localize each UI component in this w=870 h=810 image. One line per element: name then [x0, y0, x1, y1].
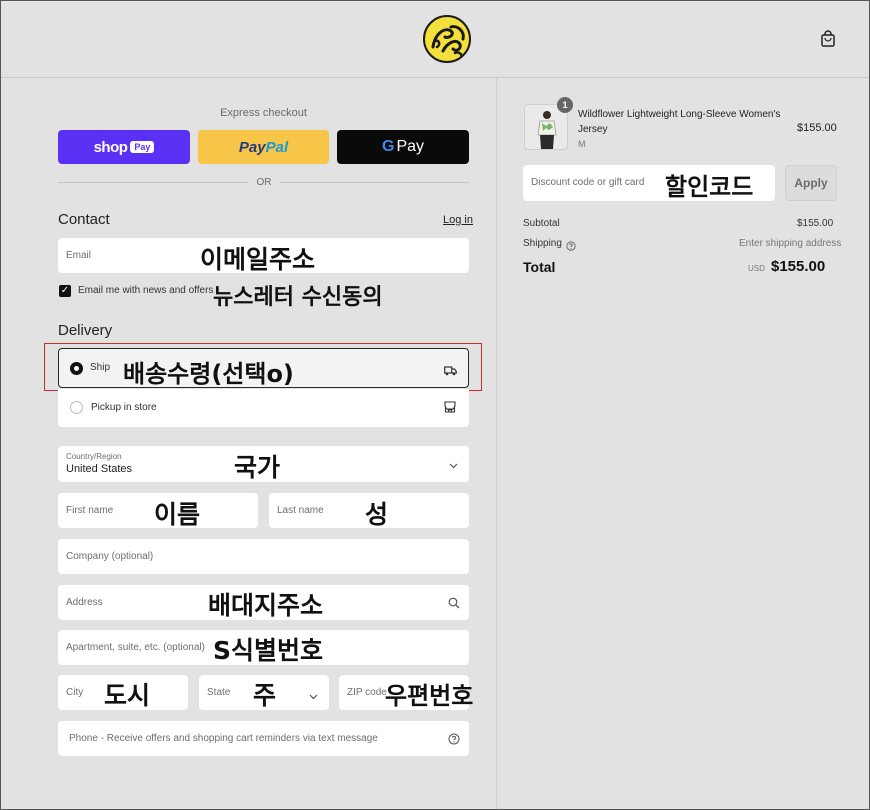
address-placeholder: Address [66, 597, 103, 608]
or-divider-text: OR [256, 177, 272, 188]
item-name-line1: Wildflower Lightweight Long-Sleeve Women… [578, 109, 781, 120]
subtotal-value: $155.00 [797, 218, 834, 229]
address-annotation: 배대지주소 [208, 591, 324, 620]
city-annotation: 도시 [104, 681, 151, 710]
apply-button[interactable]: Apply [785, 165, 837, 201]
annotation-highlight [44, 343, 482, 391]
paypal-wordmark: PayPal [238, 138, 289, 156]
total-value: $155.00 [771, 258, 826, 275]
shipping-label: Shipping [523, 238, 562, 249]
pickup-option[interactable]: Pickup in store [58, 389, 469, 427]
state-placeholder: State [207, 687, 231, 698]
company-field[interactable]: Company (optional) [58, 539, 469, 574]
help-icon[interactable] [448, 732, 460, 750]
country-annotation: 국가 [234, 453, 281, 482]
google-g-icon: G [381, 138, 395, 155]
country-label: Country/Region [66, 452, 122, 461]
city-field[interactable]: City 도시 [58, 675, 188, 710]
zip-annotation: 우편번호 [385, 682, 474, 710]
shipping-info-icon[interactable] [566, 238, 576, 256]
total-label: Total [523, 259, 556, 275]
newsletter-annotation: 뉴스레터 수신동의 [213, 285, 383, 310]
item-name-line2: Jersey [578, 124, 608, 135]
item-variant: M [578, 139, 586, 149]
item-price: $155.00 [797, 122, 837, 134]
store-logo[interactable] [423, 15, 471, 63]
zip-field[interactable]: ZIP code 우편번호 [339, 675, 473, 710]
first-name-annotation: 이름 [154, 500, 201, 529]
city-placeholder: City [66, 687, 84, 698]
discount-code-field[interactable]: Discount code or gift card 할인코드 [523, 165, 775, 201]
company-placeholder: Company (optional) [66, 551, 154, 562]
paypal-button[interactable]: PayPal [198, 130, 329, 164]
or-divider-left [58, 182, 248, 183]
login-link[interactable]: Log in [443, 214, 473, 226]
subtotal-label: Subtotal [523, 218, 560, 229]
state-select[interactable]: State 주 [199, 675, 329, 710]
item-quantity-badge: 1 [557, 97, 573, 113]
last-name-placeholder: Last name [277, 505, 324, 516]
chevron-down-icon [449, 457, 458, 475]
apartment-placeholder: Apartment, suite, etc. (optional) [66, 642, 205, 653]
zip-placeholder: ZIP code [347, 687, 387, 698]
apartment-field[interactable]: Apartment, suite, etc. (optional) S식별번호 [58, 630, 469, 665]
apartment-annotation: S식별번호 [213, 636, 324, 665]
google-pay-label: Pay [396, 138, 425, 155]
discount-placeholder: Discount code or gift card [531, 177, 645, 188]
shop-pay-wordmark: shop [93, 138, 128, 156]
or-divider-right [280, 182, 469, 183]
shipping-value: Enter shipping address [739, 238, 842, 249]
column-divider [496, 78, 497, 809]
shopping-bag-icon[interactable] [820, 30, 836, 48]
last-name-annotation: 성 [365, 500, 389, 529]
shop-pay-button[interactable]: shop Pay [58, 130, 190, 164]
phone-placeholder: Phone - Receive offers and shopping cart… [69, 733, 378, 744]
express-checkout-title: Express checkout [220, 107, 307, 119]
email-placeholder: Email [66, 250, 92, 261]
email-field[interactable]: Email 이메일주소 [58, 238, 469, 274]
country-select[interactable]: Country/Region United States 국가 [58, 446, 469, 482]
newsletter-checkbox[interactable]: ✓ [59, 285, 71, 297]
store-icon [444, 400, 456, 418]
discount-annotation: 할인코드 [665, 173, 754, 201]
pickup-label: Pickup in store [91, 402, 157, 413]
state-annotation: 주 [253, 681, 277, 710]
address-field[interactable]: Address 배대지주소 [58, 585, 469, 620]
search-icon[interactable] [448, 596, 460, 614]
delivery-title: Delivery [58, 322, 113, 339]
first-name-placeholder: First name [66, 505, 114, 516]
phone-field[interactable]: Phone - Receive offers and shopping cart… [58, 721, 469, 756]
first-name-field[interactable]: First name 이름 [58, 493, 258, 529]
chevron-down-icon [309, 688, 318, 706]
total-currency: USD [748, 264, 765, 273]
shop-pay-badge: Pay [130, 141, 155, 153]
pickup-radio[interactable] [70, 401, 83, 414]
google-pay-button[interactable]: G Pay [337, 130, 469, 164]
email-annotation: 이메일주소 [200, 245, 316, 274]
country-value: United States [66, 463, 133, 475]
newsletter-label: Email me with news and offers [78, 285, 214, 296]
contact-title: Contact [58, 211, 110, 228]
last-name-field[interactable]: Last name 성 [269, 493, 469, 529]
